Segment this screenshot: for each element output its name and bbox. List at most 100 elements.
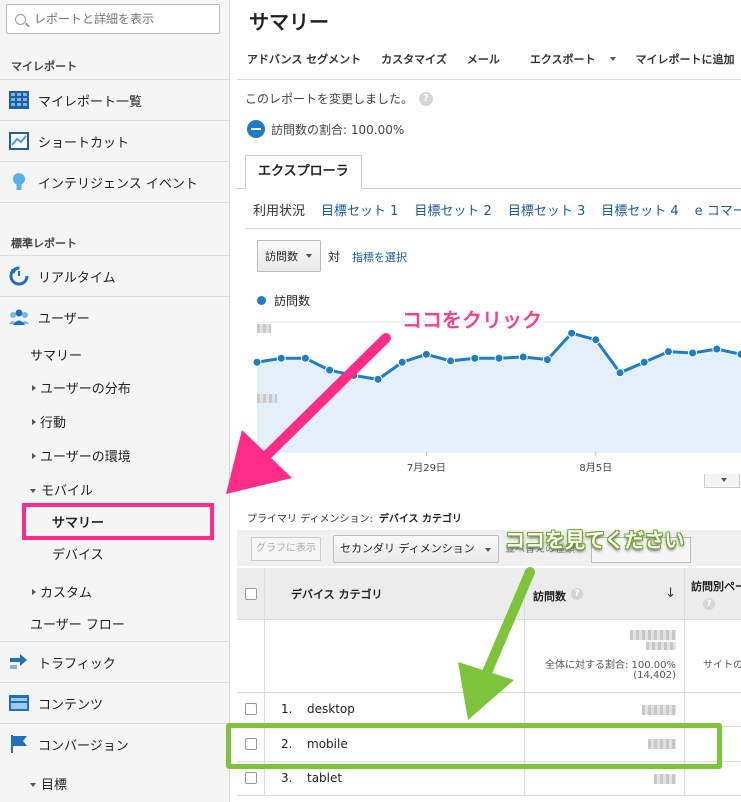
site-avg-label: サイトの: [703, 660, 741, 671]
nav-label: モバイル: [41, 484, 94, 499]
search-input[interactable]: [34, 12, 204, 26]
segment-percentage: 訪問数の割合: 100.00%: [271, 122, 405, 137]
table-row[interactable]: 2. mobile: [237, 727, 741, 762]
metric-dropdown[interactable]: 訪問数: [257, 240, 321, 272]
search-icon: [15, 13, 26, 25]
primary-dimension-value[interactable]: デバイス カテゴリ: [379, 514, 462, 525]
nav-conversions[interactable]: コンバージョン: [0, 723, 229, 764]
nav-users[interactable]: ユーザー: [0, 296, 229, 337]
secondary-dimension-dropdown[interactable]: セカンダリ ディメンション: [333, 535, 499, 563]
nav-goals[interactable]: 目標: [30, 774, 67, 793]
nav-traffic[interactable]: トラフィック: [0, 641, 229, 682]
sort-desc-icon[interactable]: ↓: [665, 586, 676, 601]
row-label[interactable]: desktop: [307, 702, 355, 716]
nav-user-environment[interactable]: ユーザーの環境: [32, 446, 131, 465]
totals-checkbox-cell: [237, 620, 265, 692]
main-panel: サマリー アドバンス セグメント カスタマイズ メール エクスポート マイレポー…: [231, 0, 741, 802]
table-header-row: デバイス カテゴリ 訪問数 ? ↓ 訪問別ペー ?: [237, 568, 741, 620]
help-icon[interactable]: ?: [571, 588, 583, 600]
table-row[interactable]: 3. tablet: [237, 762, 741, 796]
collapse-arrow-icon: [30, 783, 36, 787]
export-button[interactable]: エクスポート: [510, 51, 626, 67]
row-checkbox[interactable]: [245, 772, 257, 784]
choose-metric-link[interactable]: 指標を選択: [352, 249, 407, 265]
row-checkbox-cell: [237, 693, 265, 726]
flag-icon: [8, 733, 30, 755]
header-pages-per-visit[interactable]: 訪問別ペー ?: [685, 568, 741, 619]
help-icon[interactable]: ?: [703, 598, 715, 610]
nav-user-distribution[interactable]: ユーザーの分布: [32, 378, 131, 397]
chart-options-toggle[interactable]: [704, 474, 740, 488]
row-visits-cell: [525, 727, 685, 761]
pct-of-total: 全体に対する割合: 100.00%: [544, 660, 676, 671]
row-label[interactable]: mobile: [307, 737, 348, 751]
row-number: 2.: [281, 737, 293, 751]
chart-legend: 訪問数: [257, 292, 310, 309]
header-visits[interactable]: 訪問数 ? ↓: [525, 568, 685, 619]
subtab-goal-set-2[interactable]: 目標セット 2: [414, 200, 491, 219]
nav-behavior[interactable]: 行動: [32, 412, 66, 431]
subtab-usage[interactable]: 利用状況: [253, 200, 305, 219]
nav-label: コンバージョン: [38, 738, 129, 754]
nav-mobile-devices[interactable]: デバイス: [52, 544, 104, 563]
nav-users-summary[interactable]: サマリー: [30, 345, 82, 364]
row-checkbox[interactable]: [245, 703, 257, 715]
nav-label: 目標: [41, 778, 68, 793]
data-point: [252, 357, 262, 367]
subtab-goal-set-4[interactable]: 目標セット 4: [601, 200, 678, 219]
row-number: 1.: [281, 702, 293, 716]
realtime-icon: [8, 265, 30, 287]
help-icon[interactable]: ?: [419, 91, 434, 106]
select-all-checkbox[interactable]: [245, 588, 257, 600]
row-checkbox-cell: [237, 762, 265, 795]
nav-content[interactable]: コンテンツ: [0, 682, 229, 723]
nav-mobile-summary[interactable]: サマリー: [52, 512, 104, 531]
data-point: [494, 353, 504, 363]
row-pv-cell: [685, 727, 741, 761]
email-button[interactable]: メール: [457, 51, 510, 67]
search-box[interactable]: [6, 4, 220, 34]
customize-button[interactable]: カスタマイズ: [371, 51, 457, 67]
nav-label: トラフィック: [38, 656, 116, 672]
x-tick-label: 7月29日: [407, 462, 446, 474]
nav-custom[interactable]: カスタム: [32, 582, 92, 601]
row-checkbox[interactable]: [245, 738, 257, 750]
table-row[interactable]: 1. desktop: [237, 693, 741, 727]
metric-dropdown-value: 訪問数: [265, 250, 298, 263]
data-point: [325, 365, 335, 375]
totals-visits-cell: 全体に対する割合: 100.00% (14,402): [525, 620, 685, 692]
nav-shortcuts[interactable]: ショートカット: [0, 120, 229, 161]
chevron-down-icon: [485, 548, 491, 552]
segment-indicator: 訪問数の割合: 100.00%: [247, 120, 404, 138]
legend-dot: [257, 296, 266, 305]
subtab-goal-set-3[interactable]: 目標セット 3: [508, 200, 585, 219]
row-checkbox-cell: [237, 727, 265, 761]
row-pv-cell: [685, 762, 741, 795]
plot-rows-button[interactable]: グラフに表示: [251, 537, 321, 561]
my-reports-heading: マイレポート: [11, 60, 77, 73]
secondary-dimension-label: セカンダリ ディメンション: [340, 542, 475, 555]
explorer-subtabs: 利用状況 目標セット 1 目標セット 2 目標セット 3 目標セット 4 e コ…: [253, 200, 741, 219]
data-point: [276, 353, 286, 363]
advanced-filter-button[interactable]: [591, 537, 691, 563]
add-to-dashboard-button[interactable]: マイレポートに追加: [626, 51, 741, 67]
sort-type-label: 並べ替えの種類: [505, 544, 575, 555]
subtab-ecommerce[interactable]: e コマー: [695, 200, 741, 219]
nav-label: コンテンツ: [38, 697, 104, 713]
chart-svg: 7月29日 8月5日: [252, 321, 741, 474]
data-point: [470, 353, 480, 363]
tab-explorer[interactable]: エクスプローラ: [245, 155, 362, 189]
row-label[interactable]: tablet: [307, 771, 342, 785]
blurred-axis-value: [257, 394, 277, 403]
header-device-category[interactable]: デバイス カテゴリ: [265, 568, 525, 619]
nav-my-reports-list[interactable]: マイレポート一覧: [0, 79, 229, 120]
nav-realtime[interactable]: リアルタイム: [0, 255, 229, 296]
advanced-segment-button[interactable]: アドバンス セグメント: [237, 51, 371, 67]
nav-intelligence[interactable]: インテリジェンス イベント: [0, 161, 229, 202]
expand-arrow-icon: [32, 453, 36, 459]
nav-mobile[interactable]: モバイル: [30, 480, 93, 499]
nav-user-flow[interactable]: ユーザー フロー: [30, 614, 125, 633]
data-point: [591, 335, 601, 345]
subtab-goal-set-1[interactable]: 目標セット 1: [321, 200, 398, 219]
data-point: [639, 357, 649, 367]
